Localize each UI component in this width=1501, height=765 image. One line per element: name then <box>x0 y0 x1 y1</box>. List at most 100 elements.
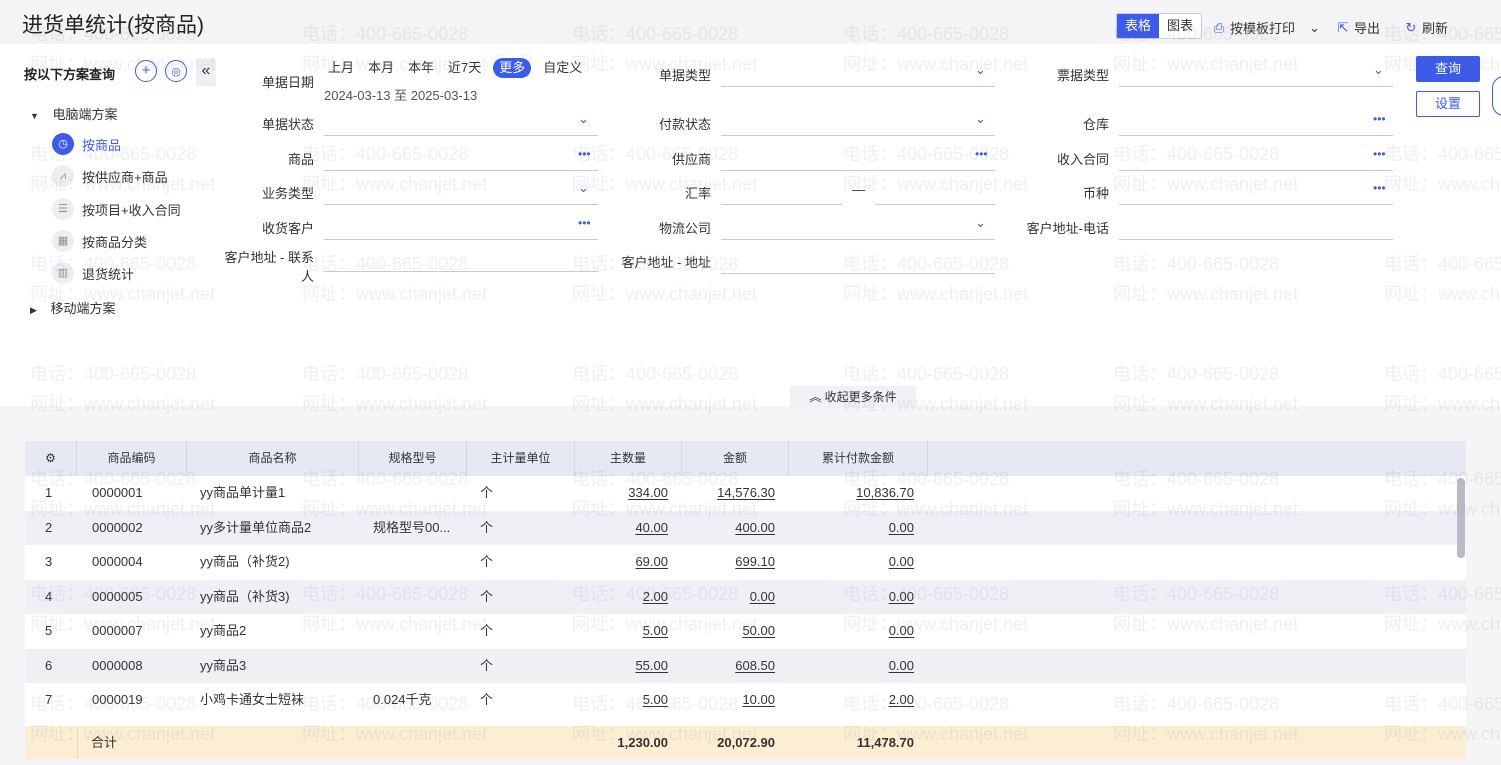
cell-amount[interactable]: 400.00 <box>682 511 775 546</box>
refresh-button[interactable]: ↻ 刷新 <box>1404 18 1448 37</box>
more-dots-icon[interactable]: ••• <box>1373 147 1386 161</box>
cell-spec <box>373 614 463 649</box>
cell-amount[interactable]: 50.00 <box>682 614 775 649</box>
scheme-item-by-category[interactable]: ▦ 按商品分类 <box>52 229 147 253</box>
biz-type-select[interactable] <box>324 204 598 205</box>
cell-qty[interactable]: 40.00 <box>575 511 668 546</box>
exchange-rate-max[interactable] <box>875 204 995 205</box>
cell-qty[interactable]: 55.00 <box>575 649 668 684</box>
query-button[interactable]: 查询 <box>1416 56 1480 82</box>
table-row[interactable]: 7 0000019 小鸡卡通女士短袜 0.024千克 个 5.00 10.00 2.00 <box>25 683 1466 718</box>
table-row[interactable]: 6 0000008 yy商品3 个 55.00 608.50 0.00 <box>25 648 1466 684</box>
date-custom[interactable]: 自定义 <box>541 58 584 78</box>
cell-qty[interactable]: 69.00 <box>575 545 668 580</box>
more-dots-icon[interactable]: ••• <box>578 147 591 161</box>
side-tab-handle[interactable] <box>1492 76 1501 116</box>
print-template-button[interactable]: ⎙ 按模板打印 ⌄ <box>1212 18 1320 37</box>
cell-paid[interactable]: 0.00 <box>789 614 914 649</box>
col-header-qty[interactable]: 主数量 <box>575 441 682 476</box>
date-range-value[interactable]: 2024-03-13 至 2025-03-13 <box>324 85 477 104</box>
product-input[interactable] <box>324 170 598 171</box>
biz-type-label: 业务类型 <box>261 186 314 201</box>
export-button[interactable]: ⇱ 导出 <box>1336 18 1380 37</box>
add-scheme-button[interactable]: + <box>135 60 157 82</box>
view-chart-button[interactable]: 图表 <box>1159 14 1202 38</box>
table-row[interactable]: 2 0000002 yy多计量单位商品2 规格型号00... 个 40.00 400.00 0… <box>25 510 1466 546</box>
addr-contact-input[interactable] <box>324 271 598 272</box>
doc-status-select[interactable] <box>324 135 598 136</box>
col-header-amount[interactable]: 金额 <box>682 441 789 476</box>
warehouse-input[interactable] <box>1119 135 1393 136</box>
cell-name: 小鸡卡通女士短袜 <box>200 692 305 707</box>
cell-amount[interactable]: 10.00 <box>682 683 775 718</box>
table-row[interactable]: 5 0000007 yy商品2 个 5.00 50.00 0.00 <box>25 614 1466 649</box>
table-row[interactable]: 1 0000001 yy商品单计量1 个 334.00 14,576.30 10,836.7… <box>25 476 1466 511</box>
doc-type-select[interactable] <box>721 86 995 87</box>
addr-address-input[interactable] <box>721 273 995 274</box>
col-header-name[interactable]: 商品名称 <box>187 441 359 476</box>
cell-qty[interactable]: 5.00 <box>575 614 668 649</box>
supplier-input[interactable] <box>721 170 995 171</box>
date-last-7-days[interactable]: 近7天 <box>446 58 483 78</box>
date-this-month[interactable]: 本月 <box>366 58 396 78</box>
scheme-item-label: 退货统计 <box>82 266 135 282</box>
tree-group-mobile[interactable]: ▶ 移动端方案 <box>30 298 116 317</box>
pay-status-select[interactable] <box>721 135 995 136</box>
logistics-select[interactable] <box>721 239 995 240</box>
cell-paid[interactable]: 10,836.70 <box>789 476 914 511</box>
invoice-type-select[interactable] <box>1119 86 1393 87</box>
chevron-down-icon[interactable]: ⌄ <box>975 215 986 231</box>
receiver-input[interactable] <box>324 239 598 240</box>
cell-paid[interactable]: 0.00 <box>789 511 914 546</box>
cell-paid[interactable]: 0.00 <box>789 545 914 580</box>
scheme-item-returns[interactable]: ▥ 退货统计 <box>52 261 134 285</box>
tree-group-pc-label: 电脑端方案 <box>52 107 118 122</box>
cell-qty[interactable]: 334.00 <box>575 476 668 511</box>
table-scrollbar[interactable] <box>1457 478 1465 558</box>
chevron-down-icon[interactable]: ⌄ <box>578 180 589 196</box>
chevron-down-icon[interactable]: ⌄ <box>975 62 986 78</box>
cell-paid[interactable]: 2.00 <box>789 683 914 718</box>
table-row[interactable]: 4 0000005 yy商品（补货3) 个 2.00 0.00 0.00 <box>25 579 1466 615</box>
more-dots-icon[interactable]: ••• <box>578 216 591 230</box>
chevron-down-icon[interactable]: ⌄ <box>578 111 589 127</box>
exchange-rate-min[interactable] <box>721 204 842 205</box>
col-header-unit[interactable]: 主计量单位 <box>467 441 575 476</box>
cell-amount[interactable]: 608.50 <box>682 649 775 684</box>
date-label: 单据日期 <box>261 75 314 90</box>
column-settings-button[interactable]: ⚙ <box>25 441 77 476</box>
scheme-item-by-project-contract[interactable]: ☰ 按项目+收入合同 <box>52 197 181 221</box>
tree-group-pc[interactable]: ▼ 电脑端方案 <box>30 104 118 123</box>
cell-amount[interactable]: 0.00 <box>682 580 775 615</box>
scheme-item-label: 按商品分类 <box>82 234 148 250</box>
cell-qty[interactable]: 5.00 <box>575 683 668 718</box>
chevron-down-icon[interactable]: ⌄ <box>1373 62 1384 78</box>
cell-paid[interactable]: 0.00 <box>789 580 914 615</box>
chevron-down-icon[interactable]: ⌄ <box>1309 20 1320 36</box>
scheme-item-by-supplier-product[interactable]: ⩘ 按供应商+商品 <box>52 164 168 188</box>
settings-button[interactable]: 设置 <box>1416 91 1480 117</box>
addr-phone-input[interactable] <box>1119 239 1393 240</box>
date-last-month[interactable]: 上月 <box>326 58 356 78</box>
col-header-paid[interactable]: 累计付款金额 <box>789 441 928 476</box>
currency-input[interactable] <box>1119 204 1393 205</box>
more-dots-icon[interactable]: ••• <box>1373 181 1386 195</box>
more-dots-icon[interactable]: ••• <box>1373 112 1386 126</box>
cell-amount[interactable]: 14,576.30 <box>682 476 775 511</box>
date-this-year[interactable]: 本年 <box>406 58 436 78</box>
scheme-item-label: 按商品 <box>82 137 122 153</box>
collapse-more-button[interactable]: ︽ 收起更多条件 <box>790 386 916 408</box>
income-contract-input[interactable] <box>1119 170 1393 171</box>
cell-amount[interactable]: 699.10 <box>682 545 775 580</box>
date-more[interactable]: 更多 <box>493 58 532 78</box>
table-row[interactable]: 3 0000004 yy商品（补货2) 个 69.00 699.10 0.00 <box>25 545 1466 580</box>
col-header-spec[interactable]: 规格型号 <box>359 441 467 476</box>
scheme-settings-button[interactable]: ◎ <box>165 60 187 82</box>
view-table-button[interactable]: 表格 <box>1117 14 1160 38</box>
chevron-down-icon[interactable]: ⌄ <box>975 111 986 127</box>
col-header-code[interactable]: 商品编码 <box>77 441 187 476</box>
scheme-item-by-product[interactable]: ◷ 按商品 <box>52 132 121 156</box>
cell-paid[interactable]: 0.00 <box>789 649 914 684</box>
more-dots-icon[interactable]: ••• <box>975 147 988 161</box>
cell-qty[interactable]: 2.00 <box>575 580 668 615</box>
